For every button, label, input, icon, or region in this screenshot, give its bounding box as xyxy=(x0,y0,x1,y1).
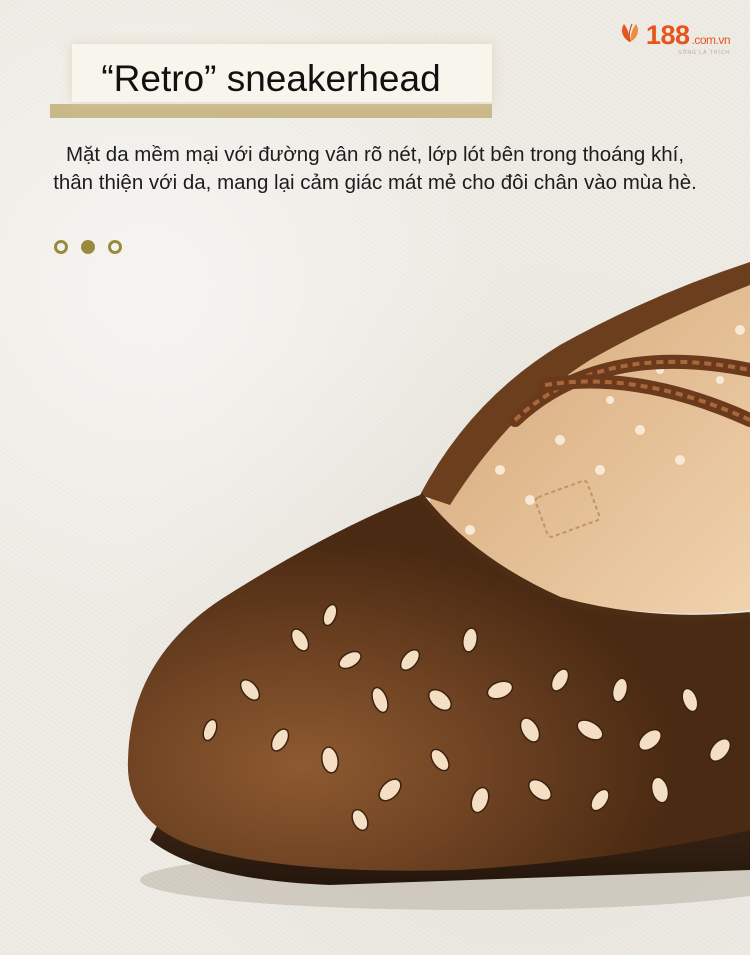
leaf-icon xyxy=(621,23,638,43)
brand-name: 188 xyxy=(645,20,690,50)
title-banner: “Retro” sneakerhead xyxy=(50,42,492,118)
brand-domain: .com.vn xyxy=(691,33,730,47)
product-description: Mặt da mềm mại với đường vân rõ nét, lớp… xyxy=(0,141,750,197)
page-title: “Retro” sneakerhead xyxy=(101,58,441,99)
carousel-dot-2-active[interactable] xyxy=(81,240,95,254)
carousel-indicators xyxy=(54,240,122,254)
brand-logo[interactable]: 188 .com.vn SỐNG LÀ THÍCH xyxy=(618,22,730,56)
description-line-1: Mặt da mềm mại với đường vân rõ nét, lớp… xyxy=(65,143,685,166)
title-underline-bar xyxy=(50,104,492,118)
brand-tagline: SỐNG LÀ THÍCH xyxy=(678,50,730,56)
description-line-2: thân thiện với da, mang lại cảm giác mát… xyxy=(53,171,697,194)
carousel-dot-3[interactable] xyxy=(108,240,122,254)
carousel-dot-1[interactable] xyxy=(54,240,68,254)
